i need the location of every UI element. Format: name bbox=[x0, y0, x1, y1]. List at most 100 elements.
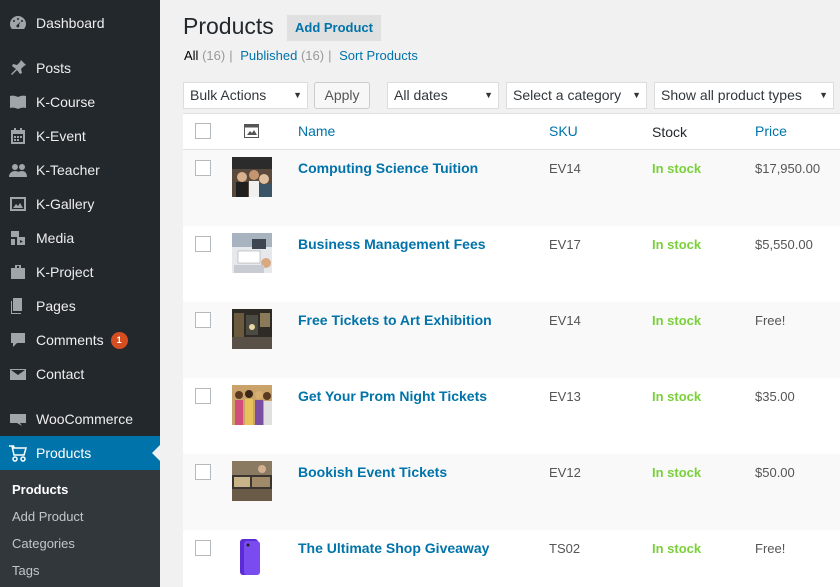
bulk-actions-select[interactable]: Bulk Actions ▼ bbox=[183, 82, 308, 109]
dates-value: All dates bbox=[394, 87, 448, 103]
menu-label: Posts bbox=[36, 60, 72, 76]
stock-status: In stock bbox=[652, 465, 702, 480]
filter-all-count: (16) bbox=[202, 48, 226, 63]
product-thumbnail[interactable] bbox=[232, 157, 272, 197]
column-sku[interactable]: SKU bbox=[549, 123, 578, 139]
menu-label: Contact bbox=[36, 366, 85, 382]
product-thumbnail[interactable] bbox=[232, 385, 272, 425]
chevron-down-icon: ▼ bbox=[484, 90, 493, 100]
product-sku: EV12 bbox=[549, 465, 581, 480]
menu-posts[interactable]: Posts bbox=[0, 51, 160, 85]
stock-status: In stock bbox=[652, 313, 702, 328]
chevron-down-icon: ▼ bbox=[632, 90, 641, 100]
menu-contact[interactable]: Contact bbox=[0, 357, 160, 391]
chevron-down-icon: ▼ bbox=[293, 90, 302, 100]
menu-label: Pages bbox=[36, 298, 76, 314]
product-name-link[interactable]: The Ultimate Shop Giveaway bbox=[298, 540, 489, 556]
submenu-products[interactable]: Products bbox=[12, 482, 68, 497]
status-filter-links: All (16) | Published (16) | Sort Products bbox=[184, 48, 418, 63]
column-name[interactable]: Name bbox=[298, 123, 335, 139]
menu-k-course[interactable]: K-Course bbox=[0, 85, 160, 119]
row-checkbox[interactable] bbox=[195, 160, 211, 176]
product-name-link[interactable]: Business Management Fees bbox=[298, 236, 486, 252]
product-name-link[interactable]: Computing Science Tuition bbox=[298, 160, 478, 176]
briefcase-icon bbox=[0, 262, 36, 282]
sort-products-link[interactable]: Sort Products bbox=[339, 48, 418, 63]
row-checkbox[interactable] bbox=[195, 464, 211, 480]
media-icon bbox=[0, 228, 36, 248]
filter-published-link[interactable]: Published bbox=[240, 48, 297, 63]
table-row: Get Your Prom Night Tickets EV13 In stoc… bbox=[183, 378, 840, 454]
row-checkbox[interactable] bbox=[195, 388, 211, 404]
menu-label: Media bbox=[36, 230, 75, 246]
product-sku: EV13 bbox=[549, 389, 581, 404]
menu-pages[interactable]: Pages bbox=[0, 289, 160, 323]
menu-k-gallery[interactable]: K-Gallery bbox=[0, 187, 160, 221]
product-price: $5,550.00 bbox=[755, 237, 813, 252]
menu-products[interactable]: Products bbox=[0, 436, 160, 470]
row-checkbox[interactable] bbox=[195, 236, 211, 252]
stock-status: In stock bbox=[652, 541, 702, 556]
menu-k-event[interactable]: K-Event bbox=[0, 119, 160, 153]
apply-button[interactable]: Apply bbox=[314, 82, 370, 109]
column-stock: Stock bbox=[652, 124, 688, 140]
category-select[interactable]: Select a category ▼ bbox=[506, 82, 647, 109]
main-content: Products Add Product All (16) | Published… bbox=[160, 0, 840, 587]
submenu-add-product[interactable]: Add Product bbox=[12, 509, 84, 524]
menu-dashboard[interactable]: Dashboard bbox=[0, 6, 160, 40]
dashboard-icon bbox=[0, 13, 36, 33]
product-name-link[interactable]: Bookish Event Tickets bbox=[298, 464, 447, 480]
product-type-value: Show all product types bbox=[661, 87, 802, 103]
image-icon bbox=[0, 194, 36, 214]
stock-status: In stock bbox=[652, 161, 702, 176]
comment-icon bbox=[0, 330, 36, 350]
bulk-actions-value: Bulk Actions bbox=[190, 87, 267, 103]
product-name-link[interactable]: Free Tickets to Art Exhibition bbox=[298, 312, 492, 328]
select-all-checkbox[interactable] bbox=[195, 123, 211, 139]
stock-status: In stock bbox=[652, 389, 702, 404]
menu-media[interactable]: Media bbox=[0, 221, 160, 255]
submenu-categories[interactable]: Categories bbox=[12, 536, 75, 551]
menu-label: Comments bbox=[36, 332, 104, 348]
menu-label: K-Gallery bbox=[36, 196, 95, 212]
image-column-icon bbox=[244, 124, 259, 141]
pages-icon bbox=[0, 296, 36, 316]
dates-select[interactable]: All dates ▼ bbox=[387, 82, 499, 109]
menu-k-project[interactable]: K-Project bbox=[0, 255, 160, 289]
product-price: $35.00 bbox=[755, 389, 795, 404]
product-sku: TS02 bbox=[549, 541, 581, 556]
filter-all-link[interactable]: All bbox=[184, 48, 198, 63]
column-price[interactable]: Price bbox=[755, 123, 787, 139]
product-name-link[interactable]: Get Your Prom Night Tickets bbox=[298, 388, 487, 404]
products-submenu: Products Add Product Categories Tags bbox=[0, 470, 160, 587]
book-icon bbox=[0, 92, 36, 112]
chevron-down-icon: ▼ bbox=[819, 90, 828, 100]
envelope-icon bbox=[0, 364, 36, 384]
table-header: Name SKU Stock Price bbox=[183, 114, 840, 150]
submenu-tags[interactable]: Tags bbox=[12, 563, 39, 578]
category-value: Select a category bbox=[513, 87, 622, 103]
product-thumbnail[interactable] bbox=[232, 537, 272, 577]
product-sku: EV17 bbox=[549, 237, 581, 252]
menu-woocommerce[interactable]: WooCommerce bbox=[0, 402, 160, 436]
menu-comments[interactable]: Comments 1 bbox=[0, 323, 160, 357]
row-checkbox[interactable] bbox=[195, 312, 211, 328]
page-title: Products bbox=[183, 13, 274, 39]
product-thumbnail[interactable] bbox=[232, 233, 272, 273]
menu-label: Products bbox=[36, 445, 92, 461]
product-thumbnail[interactable] bbox=[232, 461, 272, 501]
calendar-icon bbox=[0, 126, 36, 146]
product-thumbnail[interactable] bbox=[232, 309, 272, 349]
comments-count-badge: 1 bbox=[110, 331, 128, 349]
cart-icon bbox=[0, 443, 36, 463]
table-row: Bookish Event Tickets EV12 In stock $50.… bbox=[183, 454, 840, 530]
menu-label: WooCommerce bbox=[36, 411, 133, 427]
add-product-button[interactable]: Add Product bbox=[287, 15, 381, 41]
menu-k-teacher[interactable]: K-Teacher bbox=[0, 153, 160, 187]
product-price: $50.00 bbox=[755, 465, 795, 480]
product-type-select[interactable]: Show all product types ▼ bbox=[654, 82, 834, 109]
filter-published-count: (16) bbox=[300, 48, 325, 63]
table-row: Free Tickets to Art Exhibition EV14 In s… bbox=[183, 302, 840, 378]
product-price: Free! bbox=[755, 313, 786, 328]
row-checkbox[interactable] bbox=[195, 540, 211, 556]
